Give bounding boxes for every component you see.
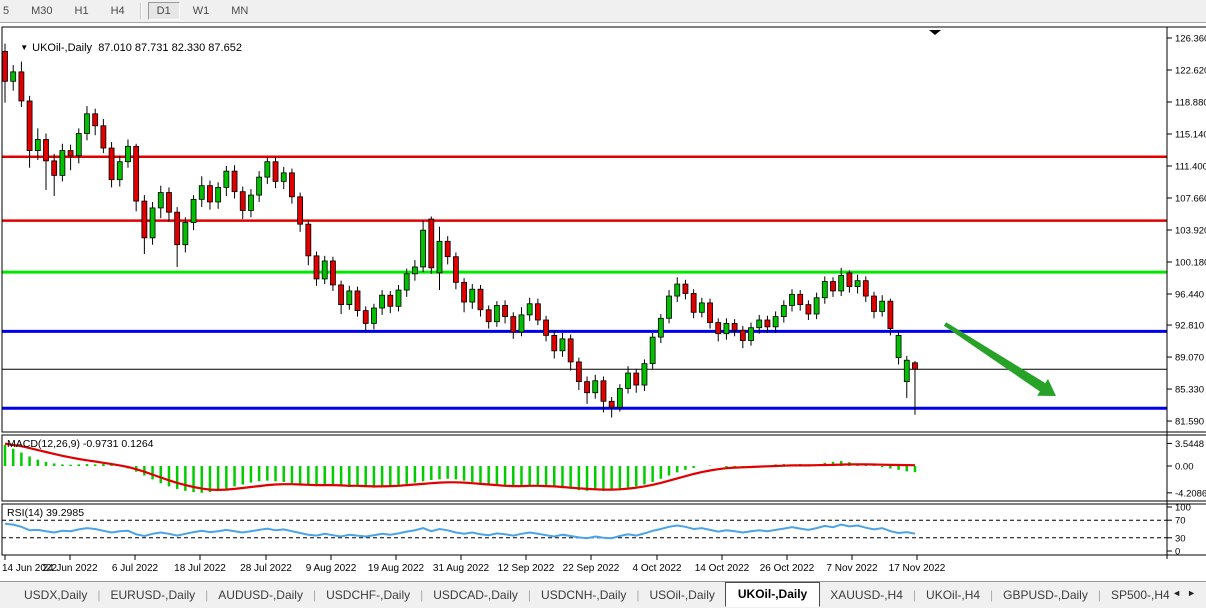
rsi-line	[5, 524, 915, 539]
chart-symbol-period: UKOil-,Daily	[32, 42, 92, 54]
price-tick-label: 115.140	[1175, 129, 1206, 140]
chart-ohlc-values: 87.010 87.731 82.330 87.652	[98, 42, 242, 54]
symbol-tab-audusd-daily[interactable]: AUDUSD-,Daily	[208, 585, 313, 605]
date-tick-label: 22 Sep 2022	[563, 563, 620, 574]
date-tick-label: 26 Oct 2022	[760, 563, 815, 574]
panel-border	[2, 504, 1167, 555]
price-tick-label: 89.070	[1175, 353, 1204, 364]
price-tick-label: 126.360	[1175, 34, 1206, 45]
rsi-tick-label: 100	[1175, 503, 1191, 514]
trend-arrow-annotation[interactable]	[944, 322, 1056, 396]
timeframe-button-h4[interactable]: H4	[102, 2, 134, 20]
rsi-tick-label: 30	[1175, 533, 1186, 544]
toolbar-separator	[140, 3, 142, 19]
timeframe-toolbar: 5M30 H1H4 D1W1MN	[0, 0, 1206, 23]
tab-scroll-left-icon[interactable]: ◄	[1172, 588, 1187, 598]
date-tick-label: 7 Nov 2022	[826, 563, 878, 574]
rsi-tick-label: 0	[1175, 547, 1180, 558]
symbol-tab-gbpusd-daily[interactable]: GBPUSD-,Daily	[993, 585, 1098, 605]
timeframe-button-5[interactable]: 5	[0, 2, 18, 20]
symbol-tab-usoil-daily[interactable]: USOil-,Daily	[640, 585, 725, 605]
date-tick-label: 17 Nov 2022	[889, 563, 946, 574]
timeframe-button-w1[interactable]: W1	[184, 2, 219, 20]
price-tick-label: 81.590	[1175, 417, 1204, 428]
date-tick-label: 31 Aug 2022	[433, 563, 490, 574]
symbol-tab-usdcad-daily[interactable]: USDCAD-,Daily	[423, 585, 528, 605]
price-tick-label: 96.440	[1175, 289, 1204, 300]
candles	[3, 44, 918, 418]
price-tick-label: 111.400	[1175, 161, 1206, 172]
date-tick-label: 6 Jul 2022	[112, 563, 159, 574]
date-tick-label: 28 Jul 2022	[240, 563, 292, 574]
tab-scroll-arrows[interactable]: ◄►	[1172, 588, 1202, 598]
date-tick-label: 12 Sep 2022	[498, 563, 555, 574]
symbol-dropdown-icon[interactable]: ▼	[20, 43, 28, 52]
macd-tick-label: 3.5448	[1175, 439, 1204, 450]
price-tick-label: 122.620	[1175, 65, 1206, 76]
symbol-tab-usdchf-daily[interactable]: USDCHF-,Daily	[316, 585, 420, 605]
symbol-tab-sp500-h4[interactable]: SP500-,H4	[1101, 585, 1180, 605]
chart-title: ▼ UKOil-,Daily 87.010 87.731 82.330 87.65…	[8, 30, 242, 66]
date-tick-label: 24 Jun 2022	[42, 563, 97, 574]
symbol-tab-ukoil-daily[interactable]: UKOil-,Daily	[725, 582, 820, 607]
macd-tick-label: 0.00	[1175, 462, 1194, 473]
symbol-tab-eurusd-daily[interactable]: EURUSD-,Daily	[100, 585, 205, 605]
date-tick-label: 9 Aug 2022	[306, 563, 357, 574]
macd-signal-line	[5, 444, 915, 490]
price-tick-label: 100.180	[1175, 257, 1206, 268]
price-tick-label: 107.660	[1175, 193, 1206, 204]
rsi-indicator-label: RSI(14) 39.2985	[7, 507, 84, 519]
date-tick-label: 18 Jul 2022	[174, 563, 226, 574]
price-tick-label: 103.920	[1175, 225, 1206, 236]
price-tick-label: 92.810	[1175, 321, 1204, 332]
timeframe-button-mn[interactable]: MN	[222, 2, 257, 20]
symbol-tab-ukoil-h4[interactable]: UKOil-,H4	[916, 585, 990, 605]
date-tick-label: 19 Aug 2022	[368, 563, 425, 574]
date-tick-label: 4 Oct 2022	[633, 563, 682, 574]
symbol-tab-xauusd-h4[interactable]: XAUUSD-,H4	[820, 585, 913, 605]
chart-canvas[interactable]: 126.360 122.620 118.880 115.140 111.400 107.6…	[0, 23, 1206, 580]
rsi-tick-label: 70	[1175, 516, 1186, 527]
macd-plot	[5, 444, 915, 493]
macd-indicator-label: MACD(12,26,9) -0.9731 0.1264	[7, 438, 154, 450]
timeframe-button-m30[interactable]: M30	[22, 2, 61, 20]
mt4-window: 5M30 H1H4 D1W1MN 126.360 122.620 118.880 115.…	[0, 0, 1206, 608]
price-tick-label: 118.880	[1175, 97, 1206, 108]
price-tick-label: 85.330	[1175, 385, 1204, 396]
macd-tick-label: -4.2086	[1175, 488, 1206, 499]
timeframe-button-d1[interactable]: D1	[148, 2, 180, 20]
timeframe-button-h1[interactable]: H1	[66, 2, 98, 20]
tab-scroll-right-icon[interactable]: ►	[1187, 588, 1202, 598]
date-tick-label: 14 Oct 2022	[695, 563, 750, 574]
chart-shift-marker-icon	[929, 30, 941, 35]
symbol-tab-usdx-daily[interactable]: USDX,Daily	[14, 585, 97, 605]
symbol-tab-usdcnh-daily[interactable]: USDCNH-,Daily	[531, 585, 636, 605]
symbol-tab-bar: USDX,Daily|EURUSD-,Daily|AUDUSD-,Daily|U…	[0, 581, 1206, 608]
